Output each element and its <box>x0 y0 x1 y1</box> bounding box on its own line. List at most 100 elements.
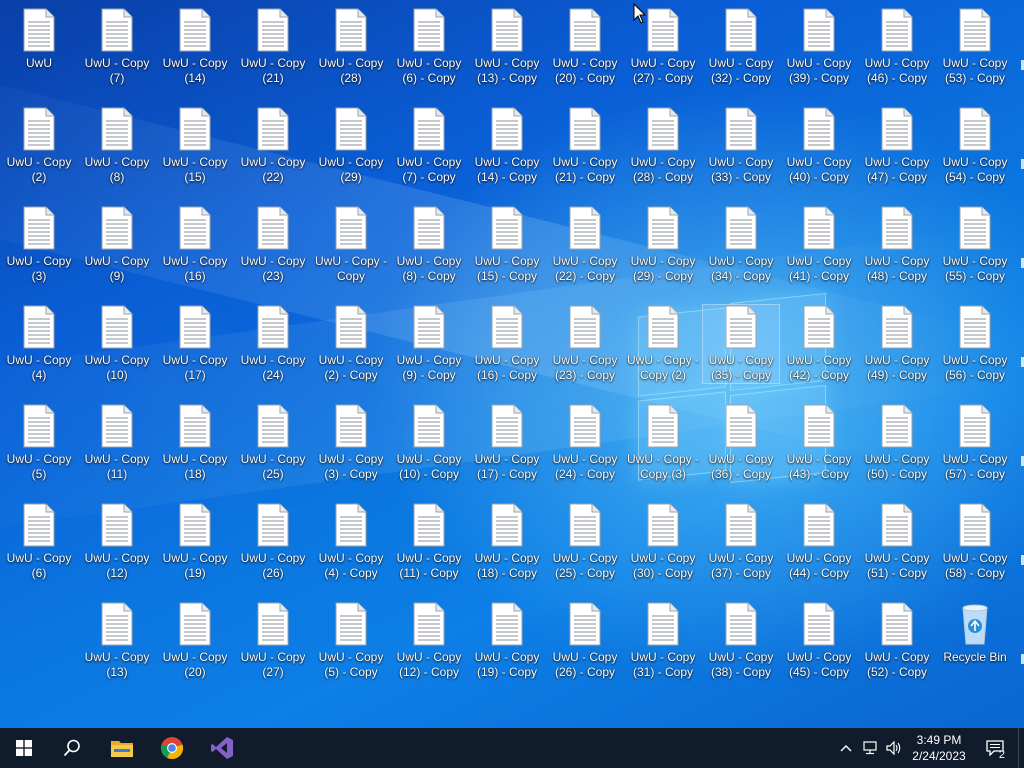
desktop-file-icon[interactable]: UwU - Copy (25) - Copy <box>547 503 623 581</box>
desktop-file-icon[interactable]: UwU - Copy (22) <box>235 107 311 185</box>
recycle-bin[interactable]: Recycle Bin <box>937 602 1013 665</box>
desktop-file-icon[interactable]: UwU - Copy (21) - Copy <box>547 107 623 185</box>
desktop-file-icon[interactable]: UwU - Copy (54) - Copy <box>937 107 1013 185</box>
desktop-file-icon[interactable]: UwU - Copy (24) <box>235 305 311 383</box>
desktop-file-icon[interactable]: UwU - Copy (34) - Copy <box>703 206 779 284</box>
desktop-file-icon[interactable]: UwU - Copy (11) <box>79 404 155 482</box>
desktop-file-icon[interactable]: UwU - Copy (19) <box>157 503 233 581</box>
desktop-file-icon[interactable]: UwU - Copy (9) - Copy <box>391 305 467 383</box>
desktop-file-icon[interactable]: UwU - Copy (12) - Copy <box>391 602 467 680</box>
desktop-file-icon[interactable]: UwU - Copy (18) - Copy <box>469 503 545 581</box>
start-button[interactable] <box>0 728 48 768</box>
search-button[interactable] <box>48 728 96 768</box>
desktop-file-icon[interactable]: UwU - Copy (22) - Copy <box>547 206 623 284</box>
desktop-file-icon[interactable]: UwU - Copy (14) <box>157 8 233 86</box>
desktop-file-icon[interactable]: UwU - Copy (13) <box>79 602 155 680</box>
desktop-file-icon[interactable]: UwU - Copy (16) - Copy <box>469 305 545 383</box>
desktop-file-icon[interactable]: UwU - Copy (7) - Copy <box>391 107 467 185</box>
desktop-file-icon[interactable]: UwU - Copy (23) - Copy <box>547 305 623 383</box>
desktop-file-icon[interactable]: UwU - Copy (33) - Copy <box>703 107 779 185</box>
desktop-file-icon[interactable]: UwU - Copy (57) - Copy <box>937 404 1013 482</box>
desktop-file-icon[interactable]: UwU - Copy (55) - Copy <box>937 206 1013 284</box>
desktop-file-icon[interactable]: UwU - Copy (11) - Copy <box>391 503 467 581</box>
chrome-button[interactable] <box>148 728 196 768</box>
desktop-file-icon[interactable]: UwU - Copy (14) - Copy <box>469 107 545 185</box>
desktop-file-icon[interactable]: UwU - Copy (56) - Copy <box>937 305 1013 383</box>
desktop-file-icon[interactable]: UwU - Copy (42) - Copy <box>781 305 857 383</box>
desktop-file-icon[interactable]: UwU - Copy (15) - Copy <box>469 206 545 284</box>
desktop-file-icon[interactable]: UwU - Copy (32) - Copy <box>703 8 779 86</box>
desktop-file-icon[interactable]: UwU - Copy (16) <box>157 206 233 284</box>
desktop-file-icon[interactable]: UwU - Copy (49) - Copy <box>859 305 935 383</box>
desktop-file-icon[interactable]: UwU - Copy (19) - Copy <box>469 602 545 680</box>
desktop-file-icon[interactable]: UwU - Copy (20) <box>157 602 233 680</box>
desktop-file-icon[interactable]: UwU - Copy (25) <box>235 404 311 482</box>
desktop-file-icon[interactable]: UwU - Copy (48) - Copy <box>859 206 935 284</box>
desktop-file-icon[interactable]: UwU - Copy (3) <box>1 206 77 284</box>
desktop-file-icon[interactable]: UwU - Copy (35) - Copy <box>702 304 780 384</box>
desktop-file-icon[interactable]: UwU - Copy (12) <box>79 503 155 581</box>
desktop-file-icon[interactable]: UwU - Copy (41) - Copy <box>781 206 857 284</box>
desktop-file-icon[interactable]: UwU - Copy (28) - Copy <box>625 107 701 185</box>
desktop-file-icon[interactable]: UwU - Copy (39) - Copy <box>781 8 857 86</box>
desktop-file-icon[interactable]: UwU - Copy (28) <box>313 8 389 86</box>
desktop-file-icon[interactable]: UwU - Copy (43) - Copy <box>781 404 857 482</box>
desktop-file-icon[interactable]: UwU - Copy (6) - Copy <box>391 8 467 86</box>
desktop-file-icon[interactable]: UwU - Copy (15) <box>157 107 233 185</box>
desktop-file-icon[interactable]: UwU - Copy (47) - Copy <box>859 107 935 185</box>
desktop-file-icon[interactable]: UwU - Copy (6) <box>1 503 77 581</box>
desktop-file-icon[interactable]: UwU - Copy (8) <box>79 107 155 185</box>
desktop-file-icon[interactable]: UwU - Copy (26) - Copy <box>547 602 623 680</box>
desktop-file-icon[interactable]: UwU - Copy (45) - Copy <box>781 602 857 680</box>
show-hidden-icons-button[interactable] <box>836 728 856 768</box>
desktop-file-icon[interactable]: UwU - Copy (2) - Copy <box>313 305 389 383</box>
desktop-file-icon[interactable]: UwU - Copy (10) <box>79 305 155 383</box>
desktop-file-icon[interactable]: UwU - Copy (3) - Copy <box>313 404 389 482</box>
desktop-file-icon[interactable]: UwU - Copy (20) - Copy <box>547 8 623 86</box>
network-button[interactable] <box>860 728 882 768</box>
desktop-file-icon[interactable]: UwU - Copy (24) - Copy <box>547 404 623 482</box>
desktop-file-icon[interactable]: UwU - Copy - Copy <box>313 206 389 284</box>
desktop-file-icon[interactable]: UwU - Copy (8) - Copy <box>391 206 467 284</box>
desktop-file-icon[interactable]: UwU - Copy (50) - Copy <box>859 404 935 482</box>
desktop-file-icon[interactable]: UwU - Copy (23) <box>235 206 311 284</box>
desktop-file-icon[interactable]: UwU - Copy (2) <box>1 107 77 185</box>
desktop-file-icon[interactable]: UwU - Copy (38) - Copy <box>703 602 779 680</box>
desktop-file-icon[interactable]: UwU - Copy (5) <box>1 404 77 482</box>
show-desktop-button[interactable] <box>1018 728 1024 768</box>
desktop-file-icon[interactable]: UwU - Copy (44) - Copy <box>781 503 857 581</box>
desktop-file-icon[interactable]: UwU - Copy (37) - Copy <box>703 503 779 581</box>
desktop-file-icon[interactable]: UwU - Copy (18) <box>157 404 233 482</box>
desktop-file-icon[interactable]: UwU - Copy (46) - Copy <box>859 8 935 86</box>
desktop-file-icon[interactable]: UwU - Copy (9) <box>79 206 155 284</box>
desktop-file-icon[interactable]: UwU - Copy (36) - Copy <box>703 404 779 482</box>
desktop-file-icon[interactable]: UwU - Copy (4) - Copy <box>313 503 389 581</box>
desktop-file-icon[interactable]: UwU - Copy (21) <box>235 8 311 86</box>
desktop-file-icon[interactable]: UwU - Copy (4) <box>1 305 77 383</box>
desktop-file-icon[interactable]: UwU - Copy (27) <box>235 602 311 680</box>
desktop-file-icon[interactable]: UwU - Copy (17) - Copy <box>469 404 545 482</box>
desktop-file-icon[interactable]: UwU - Copy (29) - Copy <box>625 206 701 284</box>
desktop-file-icon[interactable]: UwU - Copy - Copy (3) <box>625 404 701 482</box>
desktop-file-icon[interactable]: UwU - Copy (10) - Copy <box>391 404 467 482</box>
desktop-file-icon[interactable]: UwU - Copy (17) <box>157 305 233 383</box>
desktop-file-icon[interactable]: UwU - Copy (5) - Copy <box>313 602 389 680</box>
desktop-file-icon[interactable]: UwU - Copy (51) - Copy <box>859 503 935 581</box>
desktop-file-icon[interactable]: UwU - Copy (29) <box>313 107 389 185</box>
desktop-file-icon[interactable]: UwU - Copy (40) - Copy <box>781 107 857 185</box>
clock[interactable]: 3:49 PM 2/24/2023 <box>906 728 972 768</box>
action-center-button[interactable]: 2 <box>978 728 1012 768</box>
desktop-file-icon[interactable]: UwU - Copy (58) - Copy <box>937 503 1013 581</box>
visual-studio-button[interactable] <box>198 728 246 768</box>
desktop-file-icon[interactable]: UwU - Copy (7) <box>79 8 155 86</box>
desktop-file-icon[interactable]: UwU - Copy (52) - Copy <box>859 602 935 680</box>
desktop-file-icon[interactable]: UwU - Copy (31) - Copy <box>625 602 701 680</box>
desktop[interactable]: UwU UwU - Copy (2) UwU - Copy (3) UwU - Cop… <box>0 0 1024 728</box>
desktop-file-icon[interactable]: UwU - Copy (30) - Copy <box>625 503 701 581</box>
volume-button[interactable] <box>884 728 904 768</box>
desktop-file-icon[interactable]: UwU - Copy (13) - Copy <box>469 8 545 86</box>
desktop-file-icon[interactable]: UwU - Copy (26) <box>235 503 311 581</box>
desktop-file-icon[interactable]: UwU - Copy - Copy (2) <box>625 305 701 383</box>
file-explorer-button[interactable] <box>98 728 146 768</box>
desktop-file-icon[interactable]: UwU - Copy (53) - Copy <box>937 8 1013 86</box>
